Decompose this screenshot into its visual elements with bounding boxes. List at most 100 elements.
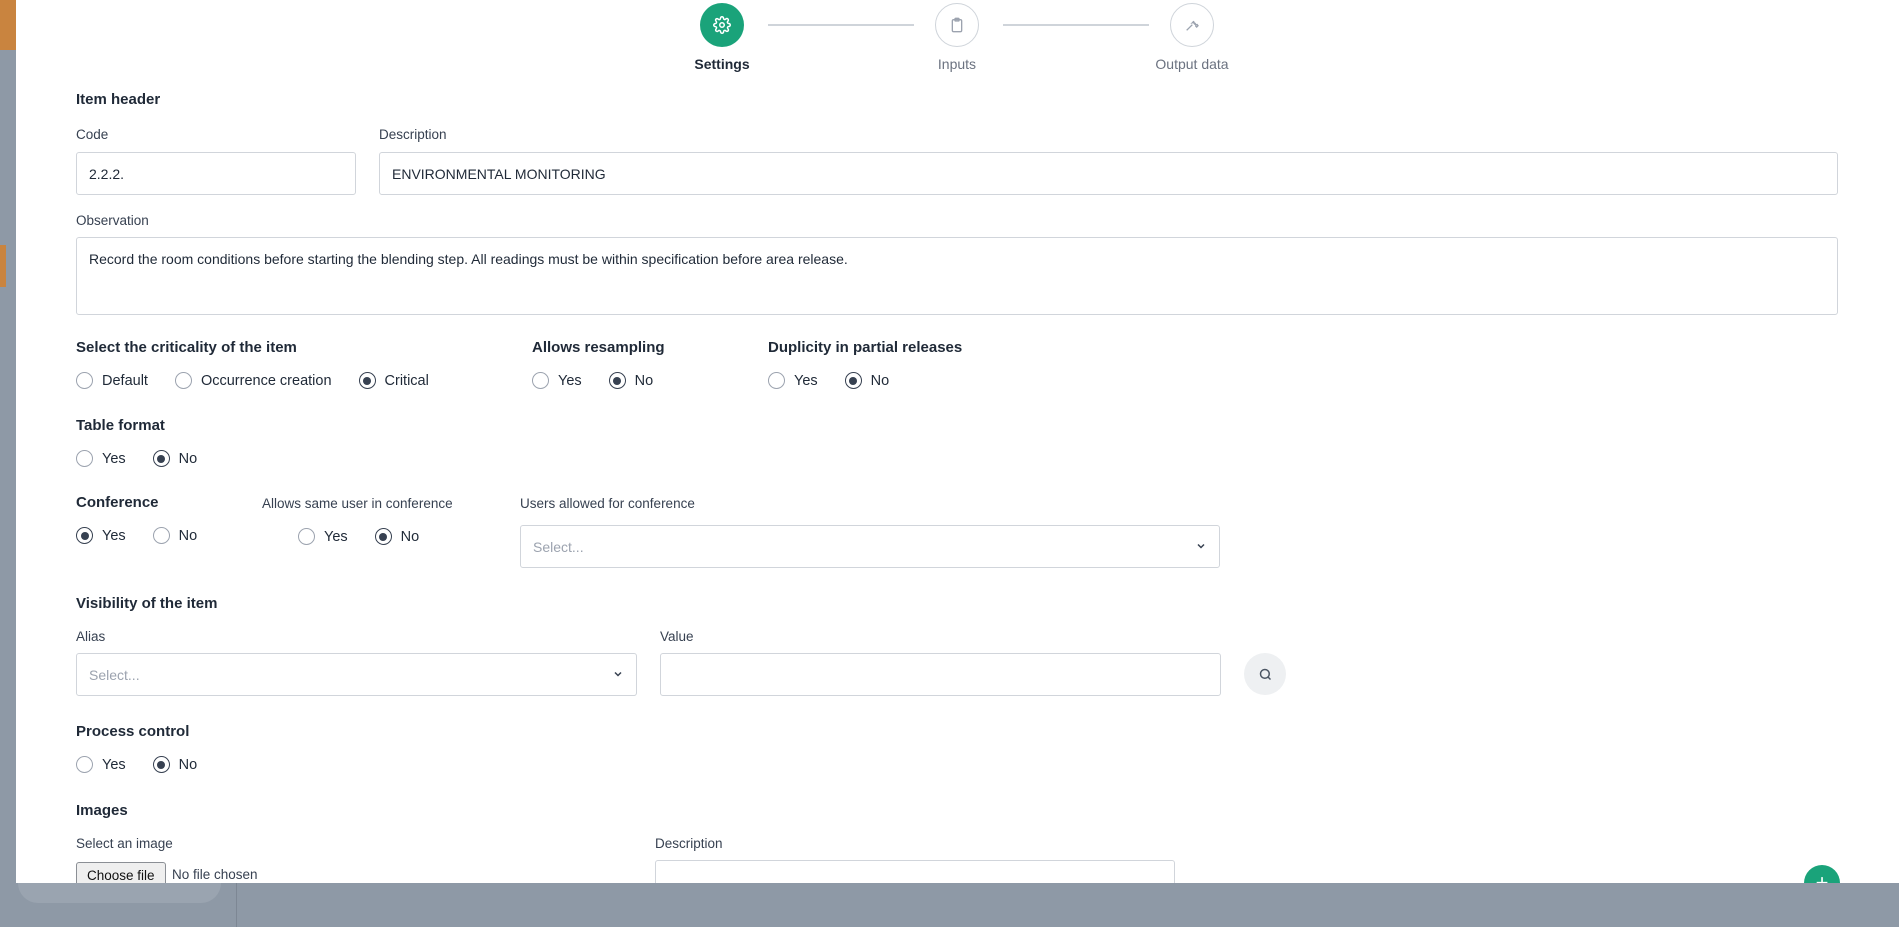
criticality-option-occurrence-creation[interactable]: Occurrence creation (174, 372, 332, 389)
conference-title: Conference (76, 494, 159, 511)
process-control-option-yes[interactable]: Yes (76, 756, 126, 773)
gear-icon (700, 3, 744, 47)
stepper-connector (1003, 24, 1149, 26)
step-inputs[interactable]: Inputs (897, 3, 1017, 72)
background-app-accent (0, 0, 16, 50)
radio-label: Yes (794, 372, 818, 389)
resampling-option-no[interactable]: No (608, 372, 654, 389)
table-format-radio-group: Yes No (76, 450, 197, 467)
search-button[interactable] (1244, 653, 1286, 695)
description-label: Description (379, 127, 447, 142)
value-input[interactable] (660, 653, 1221, 696)
criticality-radio-group: Default Occurrence creation Critical (76, 372, 429, 389)
alias-label: Alias (76, 629, 106, 644)
same-user-option-no[interactable]: No (374, 528, 420, 545)
radio-label: Occurrence creation (200, 372, 332, 389)
process-control-title: Process control (76, 723, 190, 740)
users-allowed-select[interactable]: Select... (520, 525, 1220, 568)
image-description-input[interactable] (655, 860, 1175, 883)
same-user-option-yes[interactable]: Yes (298, 528, 348, 545)
chevron-down-icon (1195, 539, 1207, 555)
conference-option-yes[interactable]: Yes (76, 527, 126, 544)
same-user-radio-group: Yes No (298, 528, 419, 545)
users-allowed-label: Users allowed for conference (520, 496, 695, 511)
add-image-button[interactable]: + (1804, 865, 1840, 883)
observation-textarea[interactable]: Record the room conditions before starti… (76, 237, 1838, 315)
radio-label: Default (102, 372, 148, 389)
resampling-radio-group: Yes No (532, 372, 653, 389)
observation-value: Record the room conditions before starti… (89, 251, 848, 267)
resampling-title: Allows resampling (532, 339, 665, 356)
select-image-label: Select an image (76, 836, 173, 851)
process-control-radio-group: Yes No (76, 756, 197, 773)
radio-button[interactable] (152, 527, 170, 544)
wrench-icon (1170, 3, 1214, 47)
duplicity-option-yes[interactable]: Yes (768, 372, 818, 389)
radio-button-checked[interactable] (358, 372, 376, 389)
select-placeholder: Select... (89, 666, 140, 683)
radio-button-checked[interactable] (374, 528, 392, 545)
radio-button-checked[interactable] (152, 450, 170, 467)
background-app-marker (0, 245, 6, 287)
description-input[interactable]: ENVIRONMENTAL MONITORING (379, 152, 1838, 195)
step-label: Output data (1155, 56, 1229, 72)
chevron-down-icon (612, 667, 624, 683)
process-control-option-no[interactable]: No (152, 756, 198, 773)
step-output-data[interactable]: Output data (1132, 3, 1252, 72)
image-description-label: Description (655, 836, 723, 851)
clipboard-icon (935, 3, 979, 47)
radio-label: No (178, 450, 198, 467)
table-format-option-yes[interactable]: Yes (76, 450, 126, 467)
radio-button[interactable] (76, 450, 93, 467)
criticality-option-default[interactable]: Default (76, 372, 148, 389)
radio-label: No (634, 372, 654, 389)
radio-button[interactable] (532, 372, 549, 389)
radio-label: No (178, 527, 198, 544)
code-label: Code (76, 127, 109, 142)
step-settings[interactable]: Settings (662, 3, 782, 72)
duplicity-radio-group: Yes No (768, 372, 889, 389)
radio-button[interactable] (768, 372, 785, 389)
radio-label: No (870, 372, 890, 389)
duplicity-title: Duplicity in partial releases (768, 339, 963, 356)
radio-label: Yes (558, 372, 582, 389)
same-user-label: Allows same user in conference (262, 496, 453, 511)
radio-button[interactable] (298, 528, 315, 545)
radio-label: No (400, 528, 420, 545)
code-value: 2.2.2. (89, 165, 125, 182)
radio-label: Yes (102, 527, 126, 544)
criticality-title: Select the criticality of the item (76, 339, 297, 356)
conference-radio-group: Yes No (76, 527, 197, 544)
radio-button[interactable] (76, 372, 93, 389)
radio-button[interactable] (174, 372, 192, 389)
duplicity-option-no[interactable]: No (844, 372, 890, 389)
select-placeholder: Select... (533, 538, 584, 555)
item-settings-modal: Settings Inputs Output data Item header … (16, 0, 1899, 883)
background-app-footer (0, 883, 1899, 927)
stepper-connector (768, 24, 914, 26)
resampling-option-yes[interactable]: Yes (532, 372, 582, 389)
stepper: Settings Inputs Output data (16, 0, 1899, 80)
item-header-title: Item header (76, 91, 161, 108)
radio-button-checked[interactable] (152, 756, 170, 773)
code-input[interactable]: 2.2.2. (76, 152, 356, 195)
radio-label: Yes (102, 756, 126, 773)
radio-label: Yes (102, 450, 126, 467)
choose-file-button[interactable]: Choose file (76, 862, 166, 883)
criticality-option-critical[interactable]: Critical (358, 372, 429, 389)
visibility-title: Visibility of the item (76, 595, 218, 612)
radio-button-checked[interactable] (844, 372, 862, 389)
radio-button-checked[interactable] (76, 527, 93, 544)
step-label: Inputs (937, 56, 977, 72)
radio-label: No (178, 756, 198, 773)
conference-option-no[interactable]: No (152, 527, 198, 544)
file-status: No file chosen (172, 867, 258, 882)
alias-select[interactable]: Select... (76, 653, 637, 696)
radio-button-checked[interactable] (608, 372, 626, 389)
search-icon (1259, 668, 1271, 680)
radio-label: Yes (324, 528, 348, 545)
observation-label: Observation (76, 213, 149, 228)
value-label: Value (660, 629, 694, 644)
radio-button[interactable] (76, 756, 93, 773)
table-format-option-no[interactable]: No (152, 450, 198, 467)
